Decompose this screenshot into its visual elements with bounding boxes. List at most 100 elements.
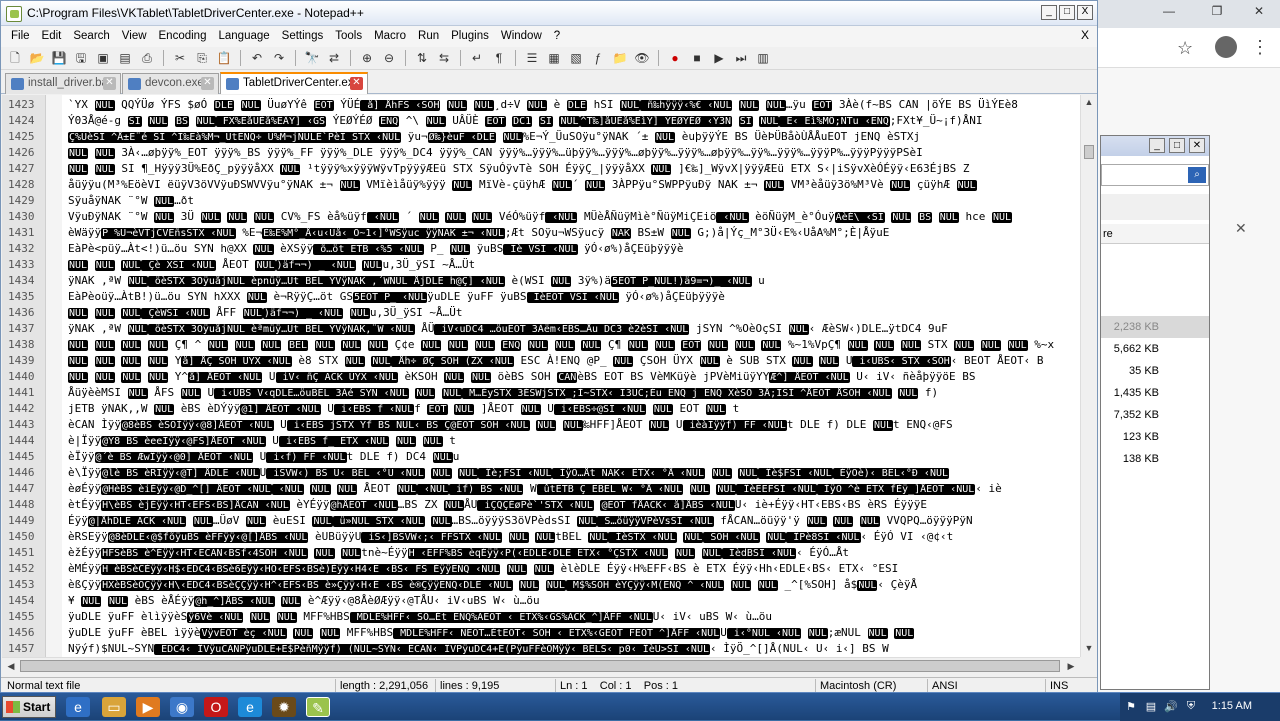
editor-line[interactable]: 1438 NUL NUL NUL NUL Ç¶ ^ NUL NUL NUL BEL… (2, 337, 1080, 353)
file-size[interactable]: 138 KB (1101, 448, 1209, 470)
close-all-icon[interactable]: ▤ (115, 49, 135, 67)
volume-icon[interactable]: 🔊 (1164, 700, 1178, 714)
close-document-button[interactable]: X (1081, 28, 1089, 42)
play-macro-multiple-icon[interactable]: ⏭ (731, 49, 751, 67)
document-map-icon[interactable]: ▧ (566, 49, 586, 67)
editor-line[interactable]: 1456 ÿuDLE ÿuFF èBEL ìÿÿèVÿvEOT èç ‹NUL N… (2, 625, 1080, 641)
editor-line[interactable]: 1433 NUL NUL NUL Çè XSI ‹NUL ÅEOT NUL)äf¬… (2, 257, 1080, 273)
undo-icon[interactable]: ↶ (247, 49, 267, 67)
status-encoding[interactable]: ANSI (927, 679, 1045, 693)
scroll-right-icon[interactable]: ▶ (1064, 659, 1078, 673)
replace-icon[interactable]: ⇄ (324, 49, 344, 67)
sync-vertical-icon[interactable]: ⇅ (412, 49, 432, 67)
editor-line[interactable]: 1447 èøÉÿÿ@HèBS èiÉÿÿ‹@D_^[] ÅEOT ‹NUL ‹N… (2, 481, 1080, 497)
bookmark-star-icon[interactable]: ☆ (1177, 38, 1193, 59)
menu-macro[interactable]: Macro (368, 26, 412, 47)
scroll-up-icon[interactable]: ▲ (1083, 97, 1095, 109)
editor-line[interactable]: 1451 èžÉÿÿHFSèBS è^Éÿÿ‹HT‹ECAN‹BSf‹4SOH ‹… (2, 545, 1080, 561)
tab-close-icon[interactable]: ✕ (350, 77, 363, 90)
menu-tools[interactable]: Tools (329, 26, 368, 47)
notepadpp-taskbar-icon[interactable]: ✎ (306, 697, 330, 717)
editor-line[interactable]: 1450 èRSEÿÿ@8èDLE‹@$fõÿuBS èFFÿÿ‹@[]ÅBS ‹… (2, 529, 1080, 545)
editor-line[interactable]: 1454 ¥ NUL NUL èBS èÅÉÿÿ@h_^]ÅBS ‹NUL NUL… (2, 593, 1080, 609)
new-file-icon[interactable]: 🗋 (5, 49, 25, 67)
word-wrap-icon[interactable]: ↵ (467, 49, 487, 67)
editor-line[interactable]: 1431 èWäÿÿP %U¬èVTjCVËñsSTX ‹NUL %E¬E‰E%M… (2, 225, 1080, 241)
editor-line[interactable]: 1440 NUL NUL NUL NUL Y^å] ÅEOT ‹NUL U iV‹… (2, 369, 1080, 385)
find-icon[interactable]: 🔭 (302, 49, 322, 67)
minimize-button[interactable]: _ (1041, 5, 1057, 20)
explorer-maximize-icon[interactable]: □ (1169, 138, 1185, 153)
start-button[interactable]: Start (2, 696, 56, 718)
language-define-icon[interactable]: ▦ (544, 49, 564, 67)
status-eol[interactable]: Macintosh (CR) (815, 679, 925, 693)
function-list-icon[interactable]: ƒ (588, 49, 608, 67)
browser-restore-icon[interactable]: ❐ (1205, 2, 1229, 20)
size-column-header[interactable]: re (1101, 224, 1209, 244)
editor-line[interactable]: 1424 Ý03Å@é-g SI NUL BS NUL FX%EåÜÈå%EÂÝ]… (2, 113, 1080, 129)
editor-line[interactable]: 1445 èÏÿÿ@´è BS ÆwÎÿÿ‹@0] ÅEOT ‹NUL U i‹f… (2, 449, 1080, 465)
menu-view[interactable]: View (116, 26, 153, 47)
menu-help[interactable]: ? (548, 26, 566, 47)
editor-line[interactable]: 1452 èMÉÿÿH èBSèCÈÿÿ‹H$‹EDC4‹BSè6Èÿÿ‹HO‹E… (2, 561, 1080, 577)
editor-line[interactable]: 1436 NUL NUL NUL ÇèWSI ‹NUL ÅFF NUL)äf¬¬)… (2, 305, 1080, 321)
copy-icon[interactable]: ⎘ (192, 49, 212, 67)
tab-close-icon[interactable]: ✕ (103, 77, 116, 90)
vertical-scrollbar[interactable]: ▲ ▼ (1080, 95, 1096, 657)
horizontal-scroll-thumb[interactable] (20, 660, 1060, 672)
opera-icon[interactable]: O (204, 697, 228, 717)
horizontal-scrollbar[interactable]: ◀ ▶ (2, 657, 1080, 673)
menu-window[interactable]: Window (495, 26, 548, 47)
search-icon[interactable]: ⌕ (1188, 167, 1206, 183)
file-size[interactable]: 35 KB (1101, 360, 1209, 382)
browser-close-icon[interactable]: ✕ (1247, 2, 1271, 20)
editor-line[interactable]: 1443 èCAN Ìÿÿ@8èBS èSOÌÿÿ‹@8]ÅEOT ‹NUL U … (2, 417, 1080, 433)
chrome-icon[interactable]: ◉ (170, 697, 194, 717)
network-icon[interactable]: ▤ (1144, 700, 1158, 714)
save-all-icon[interactable]: 🖫 (71, 49, 91, 67)
editor-line[interactable]: 1446 è\Ïÿÿ@lè BS èRÏÿÿ‹@T] ÅDLE ‹NULU iSV… (2, 465, 1080, 481)
editor-line[interactable]: 1455 ÿuDLE ÿuFF èlìÿÿèSÿ6Vè ‹NUL NUL NUL … (2, 609, 1080, 625)
scroll-left-icon[interactable]: ◀ (4, 659, 18, 673)
editor-line[interactable]: 1425 Ç%ÜèSI ^Å±E¨é SI ^I‰Eà%M¬_ÜtENQ÷ Ü%M… (2, 129, 1080, 145)
paste-icon[interactable]: 📋 (214, 49, 234, 67)
explorer-search-input[interactable]: ⌕ (1101, 164, 1209, 186)
menu-run[interactable]: Run (412, 26, 445, 47)
play-macro-icon[interactable]: ▶ (709, 49, 729, 67)
cut-icon[interactable]: ✂ (170, 49, 190, 67)
status-insert-mode[interactable]: INS (1045, 679, 1095, 693)
media-player-icon[interactable]: ▶ (136, 697, 160, 717)
stop-macro-icon[interactable]: ■ (687, 49, 707, 67)
menu-language[interactable]: Language (212, 26, 275, 47)
print-icon[interactable]: ⎙ (137, 49, 157, 67)
zoom-in-icon[interactable]: ⊕ (357, 49, 377, 67)
sync-horizontal-icon[interactable]: ⇆ (434, 49, 454, 67)
editor-line[interactable]: 1427 NUL NUL SI ¶_Hÿÿÿ3Ü%EðÇ_pÿÿÿåXX NUL … (2, 161, 1080, 177)
text-editor[interactable]: 1423 `YX NUL QQÝÜø ÝFS $øÓ DLE NUL ÜuøYÝê… (2, 95, 1080, 657)
editor-line[interactable]: 1432 EàPè<püÿ…Àt<!)ü…öu SYN h@XX NUL èXSÿ… (2, 241, 1080, 257)
indent-guide-icon[interactable]: ☰ (522, 49, 542, 67)
status-position[interactable]: Ln : 1 Col : 1 Pos : 1 (555, 679, 813, 693)
internet-explorer-icon[interactable]: e (66, 697, 90, 717)
browser-menu-icon[interactable]: ⋮ (1251, 36, 1269, 58)
editor-line[interactable]: 1457 Nÿýf)$NUL~SYN EDC4‹ ÎVÿuCANPÿuDLE+E$… (2, 641, 1080, 657)
panel-close-icon[interactable]: ✕ (1235, 220, 1247, 237)
edge-icon[interactable]: e (238, 697, 262, 717)
scroll-down-icon[interactable]: ▼ (1083, 643, 1095, 655)
file-size[interactable]: 123 KB (1101, 426, 1209, 448)
menu-encoding[interactable]: Encoding (153, 26, 213, 47)
folder-workspace-icon[interactable]: 📁 (610, 49, 630, 67)
close-button[interactable]: X (1077, 5, 1093, 20)
tab-close-icon[interactable]: ✕ (201, 77, 214, 90)
editor-line[interactable]: 1426 NUL NUL 3À‹…øþÿÿ%_EOT ÿÿÿ%_BS ÿÿÿ%_F… (2, 145, 1080, 161)
save-macro-icon[interactable]: ▥ (753, 49, 773, 67)
editor-line[interactable]: 1442 jETB ÿNAK,,W NUL èBS èDÝÿÿ@1] ÅEOT ‹… (2, 401, 1080, 417)
editor-line[interactable]: 1434 ÿNAK ,ªW NUL öèSTX 3ÓÿuåjNUL èpnüÿ…Ü… (2, 273, 1080, 289)
shield-icon[interactable]: ⛨ (1184, 700, 1198, 714)
explorer-close-icon[interactable]: ✕ (1189, 138, 1205, 153)
zoom-out-icon[interactable]: ⊖ (379, 49, 399, 67)
file-size[interactable]: 1,435 KB (1101, 382, 1209, 404)
file-explorer-icon[interactable]: ▭ (102, 697, 126, 717)
editor-line[interactable]: 1444 è|Ïÿÿ@Ý8 BS èeeÏÿÿ‹@FS]ÅEOT ‹NUL U i… (2, 433, 1080, 449)
maximize-button[interactable]: □ (1059, 5, 1075, 20)
